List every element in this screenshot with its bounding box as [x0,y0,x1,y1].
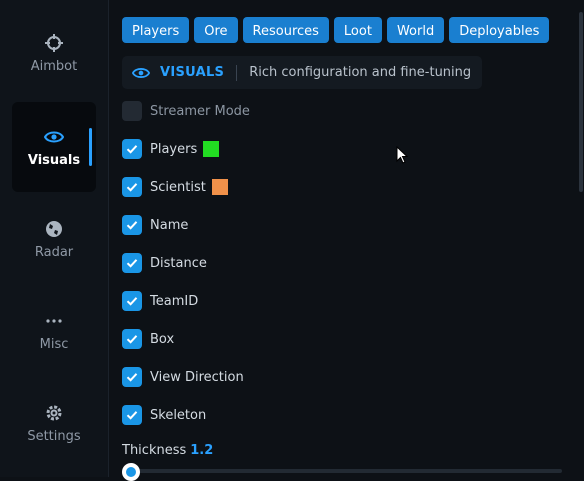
option-label: Name [150,217,189,233]
scrollbar[interactable] [579,12,583,192]
option-label: Distance [150,255,207,271]
option-label: Box [150,331,175,347]
tab-world[interactable]: World [386,17,445,43]
option-label: Streamer Mode [150,103,250,119]
sidebar-item-radar[interactable]: Radar [12,194,96,284]
sidebar-item-label: Settings [27,428,81,444]
color-swatch[interactable] [203,141,220,157]
checkmark-icon [126,411,138,420]
active-indicator [89,128,92,166]
tab-players[interactable]: Players [122,17,190,43]
section-header: VISUALS Rich configuration and fine-tuni… [122,56,482,89]
option-label: Skeleton [150,407,207,423]
tab-deployables[interactable]: Deployables [449,17,550,43]
header-divider [236,64,238,81]
eye-icon [132,67,150,78]
checkmark-icon [126,335,138,344]
section-subtitle: Rich configuration and fine-tuning [249,65,472,80]
option-label: View Direction [150,369,244,385]
gear-icon [46,405,62,420]
checkbox[interactable] [122,253,142,273]
mouse-cursor-icon [396,146,409,164]
crosshair-icon [45,33,63,52]
sidebar-item-label: Radar [34,244,74,260]
sidebar-item-aimbot[interactable]: Aimbot [12,8,96,98]
category-tabs: Players Ore Resources Loot World Deploya… [122,17,550,43]
checkbox[interactable] [122,329,142,349]
option-label: Players [150,141,198,157]
option-box[interactable]: Box [122,329,174,349]
checkbox[interactable] [122,101,142,121]
option-skeleton[interactable]: Skeleton [122,405,206,425]
thickness-slider-track[interactable] [122,469,562,473]
checkbox[interactable] [122,139,142,159]
sidebar-item-settings[interactable]: Settings [12,378,96,468]
main-panel: Players Ore Resources Loot World Deploya… [109,0,584,481]
option-name[interactable]: Name [122,215,188,235]
sidebar-item-label: Aimbot [30,58,78,74]
checkbox[interactable] [122,177,142,197]
sidebar: Aimbot Visuals Radar Misc Settings [0,0,109,477]
option-label: TeamID [150,293,199,309]
thickness-slider-thumb[interactable] [122,463,140,481]
color-swatch[interactable] [211,179,228,195]
option-streamer-mode[interactable]: Streamer Mode [122,101,250,121]
sidebar-item-label: Misc [39,336,69,352]
checkmark-icon [126,259,138,268]
option-distance[interactable]: Distance [122,253,207,273]
checkmark-icon [126,221,138,230]
ellipsis-icon [46,318,62,323]
sidebar-item-misc[interactable]: Misc [12,286,96,376]
option-view-direction[interactable]: View Direction [122,367,244,387]
section-title: VISUALS [160,65,225,80]
tab-resources[interactable]: Resources [242,17,329,43]
checkmark-icon [126,145,138,154]
option-label: Scientist [150,179,206,195]
checkbox[interactable] [122,215,142,235]
option-players[interactable]: Players [122,139,220,159]
option-teamid[interactable]: TeamID [122,291,198,311]
thickness-value: 1.2 [190,443,214,458]
thickness-label: Thickness 1.2 [122,443,213,458]
tab-loot[interactable]: Loot [333,17,382,43]
checkmark-icon [126,373,138,382]
globe-icon [46,220,62,237]
checkbox[interactable] [122,291,142,311]
thickness-text: Thickness [122,443,187,458]
eye-icon [44,131,64,142]
checkbox[interactable] [122,367,142,387]
tab-ore[interactable]: Ore [194,17,238,43]
sidebar-item-visuals[interactable]: Visuals [12,102,96,192]
checkbox[interactable] [122,405,142,425]
option-scientist[interactable]: Scientist [122,177,228,197]
checkmark-icon [126,183,138,192]
sidebar-item-label: Visuals [27,152,81,168]
checkmark-icon [126,297,138,306]
